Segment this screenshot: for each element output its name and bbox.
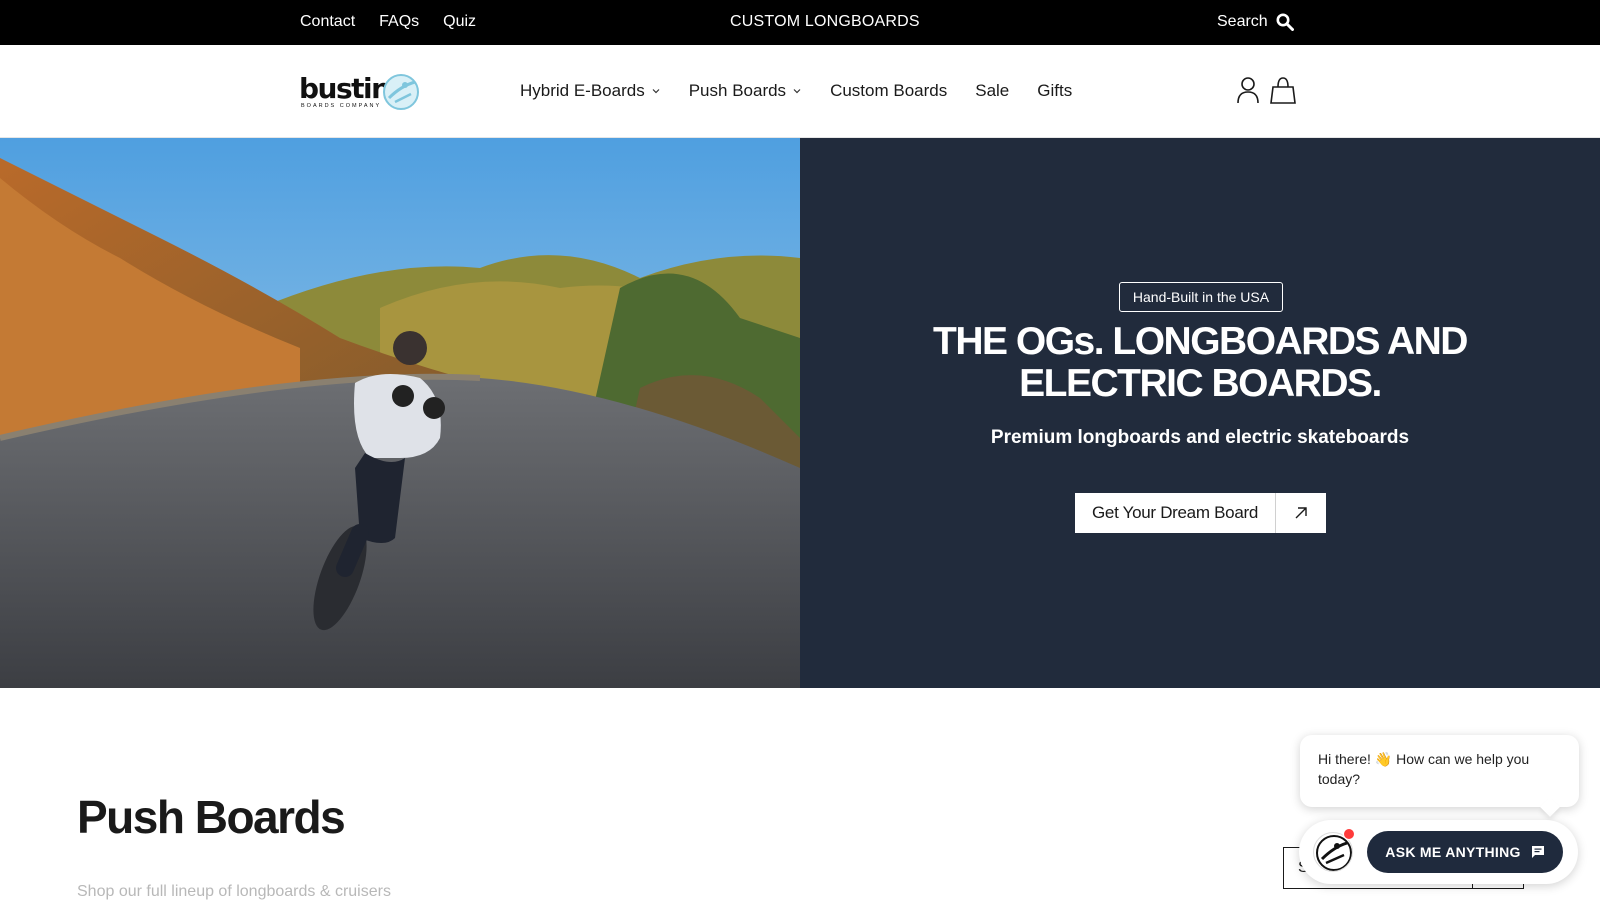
search-button[interactable]: Search bbox=[1217, 13, 1294, 31]
hero-banner: Hand-Built in the USA THE OGs. LONGBOARD… bbox=[0, 138, 1600, 688]
main-header: bustin BOARDS COMPANY Hybrid E-Boards Pu… bbox=[0, 45, 1600, 138]
nav-label: Sale bbox=[975, 81, 1010, 100]
notification-dot bbox=[1343, 828, 1355, 840]
hero-skater-image bbox=[0, 138, 800, 688]
account-icon[interactable] bbox=[1236, 76, 1260, 104]
chat-greeting-bubble[interactable]: Hi there! 👋 How can we help you today? bbox=[1300, 735, 1579, 817]
nav-item-hybrid-e-boards[interactable]: Hybrid E-Boards bbox=[520, 81, 661, 101]
get-dream-board-button[interactable]: Get Your Dream Board bbox=[1075, 493, 1326, 533]
skater-logo-icon bbox=[383, 74, 419, 110]
search-label: Search bbox=[1217, 13, 1268, 30]
brand-logo[interactable]: bustin BOARDS COMPANY bbox=[299, 72, 421, 112]
section-title: Push Boards bbox=[77, 791, 346, 843]
nav-label: Hybrid E-Boards bbox=[520, 81, 645, 100]
utility-links: Contact FAQs Quiz bbox=[300, 13, 476, 31]
hero-title: THE OGs. LONGBOARDS AND ELECTRIC BOARDS. bbox=[933, 320, 1468, 405]
nav-label: Gifts bbox=[1037, 81, 1073, 100]
chat-bubble-tail bbox=[1540, 797, 1560, 817]
hero-tag-badge: Hand-Built in the USA bbox=[1119, 282, 1283, 312]
header-actions bbox=[1236, 76, 1296, 104]
chevron-down-icon bbox=[652, 89, 660, 94]
main-nav: Hybrid E-Boards Push Boards Custom Board… bbox=[520, 81, 1100, 101]
custom-longboards-link[interactable]: CUSTOM LONGBOARDS bbox=[730, 13, 920, 31]
nav-label: Push Boards bbox=[688, 81, 787, 100]
cta-label: Get Your Dream Board bbox=[1075, 493, 1276, 533]
contact-link[interactable]: Contact bbox=[300, 13, 355, 31]
faqs-link[interactable]: FAQs bbox=[379, 13, 419, 31]
hero-subtitle: Premium longboards and electric skateboa… bbox=[990, 427, 1410, 448]
nav-label: Custom Boards bbox=[830, 81, 948, 100]
nav-item-gifts[interactable]: Gifts bbox=[1037, 81, 1072, 101]
section-description: Shop our full lineup of longboards & cru… bbox=[77, 883, 391, 900]
search-icon bbox=[1276, 13, 1294, 31]
chat-launcher: ASK ME ANYTHING bbox=[1299, 820, 1578, 884]
top-utility-bar: Contact FAQs Quiz CUSTOM LONGBOARDS Sear… bbox=[0, 0, 1600, 45]
nav-item-custom-boards[interactable]: Custom Boards bbox=[830, 81, 947, 101]
chat-greeting-text: Hi there! 👋 How can we help you today? bbox=[1318, 751, 1530, 787]
nav-item-push-boards[interactable]: Push Boards bbox=[689, 81, 802, 101]
cart-icon[interactable] bbox=[1270, 76, 1296, 104]
chevron-down-icon bbox=[793, 89, 801, 94]
arrow-up-right-icon bbox=[1276, 493, 1326, 533]
chat-message-icon bbox=[1531, 846, 1544, 858]
logo-wordmark: bustin bbox=[299, 72, 391, 105]
quiz-link[interactable]: Quiz bbox=[443, 13, 476, 31]
hero-content-panel: Hand-Built in the USA THE OGs. LONGBOARD… bbox=[800, 138, 1600, 688]
ask-me-anything-button[interactable]: ASK ME ANYTHING bbox=[1367, 831, 1563, 873]
chat-button-label: ASK ME ANYTHING bbox=[1385, 844, 1521, 860]
nav-item-sale[interactable]: Sale bbox=[975, 81, 1009, 101]
logo-subtext: BOARDS COMPANY bbox=[301, 103, 382, 109]
